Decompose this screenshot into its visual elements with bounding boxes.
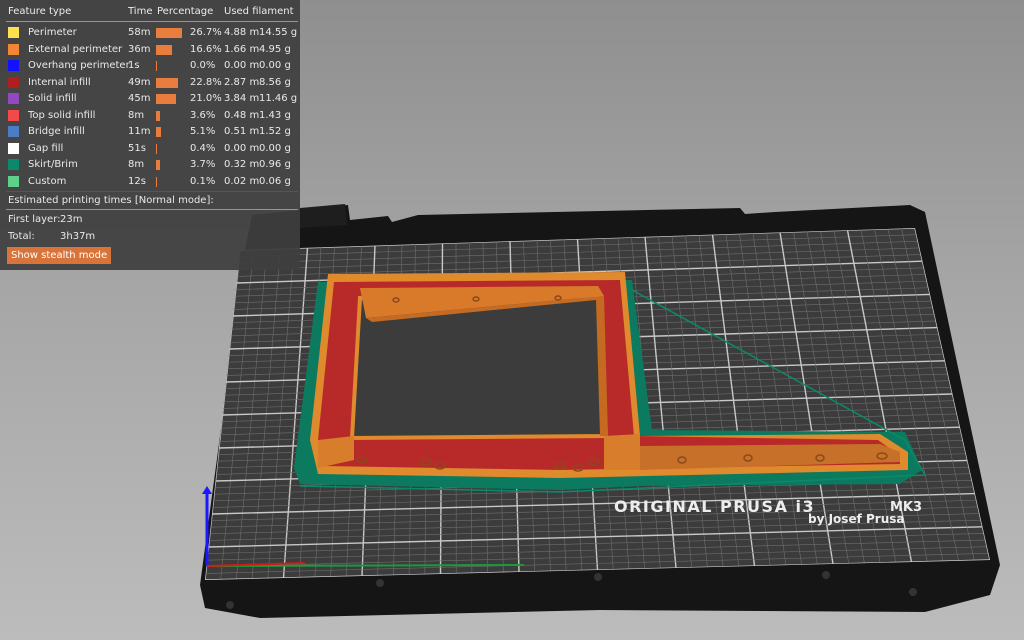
- feature-time: 45m: [128, 93, 151, 104]
- feature-percentage: 5.1%: [190, 126, 216, 137]
- feature-length: 0.00 m: [224, 60, 260, 71]
- bed-brand-line1: ORIGINAL PRUSA i3: [614, 497, 815, 516]
- feature-color-swatch: [8, 126, 19, 137]
- feature-name: Custom: [28, 175, 67, 187]
- feature-name: Bridge infill: [28, 126, 85, 137]
- feature-row[interactable]: Skirt/Brim 8m 3.7% 0.32 m 0.96 g: [0, 157, 300, 173]
- feature-color-swatch: [8, 60, 19, 71]
- feature-weight: 0.00 g: [259, 60, 291, 71]
- feature-weight: 4.95 g: [259, 43, 291, 55]
- feature-time: 36m: [128, 43, 151, 55]
- feature-color-swatch: [8, 142, 19, 154]
- feature-color-swatch: [8, 27, 19, 38]
- feature-row[interactable]: Top solid infill 8m 3.6% 0.48 m 1.43 g: [0, 108, 300, 124]
- feature-color-swatch: [8, 76, 19, 88]
- header-percentage: Percentage: [157, 6, 214, 17]
- feature-color-swatch: [8, 159, 19, 170]
- feature-time: 8m: [128, 109, 145, 121]
- feature-percentage-bar: [156, 44, 173, 55]
- feature-weight: 0.96 g: [259, 159, 291, 170]
- feature-time: 12s: [128, 175, 146, 187]
- feature-weight: 11.46 g: [259, 93, 298, 104]
- feature-percentage-bar: [156, 110, 160, 121]
- feature-percentage: 16.6%: [190, 43, 222, 55]
- feature-weight: 8.56 g: [259, 76, 291, 88]
- feature-color-swatch: [8, 109, 19, 121]
- feature-weight: 1.43 g: [259, 109, 291, 121]
- feature-length: 0.32 m: [224, 159, 260, 170]
- feature-percentage-bar: [156, 176, 157, 187]
- feature-percentage-bar: [156, 143, 157, 154]
- first-layer-label: First layer:: [8, 214, 61, 225]
- legend-panel: Feature type Time Percentage Used filame…: [0, 0, 300, 270]
- feature-color-swatch: [8, 43, 19, 55]
- header-time: Time: [128, 6, 153, 17]
- feature-time: 49m: [128, 76, 151, 88]
- feature-color-swatch: [8, 175, 19, 187]
- total-value: 3h37m: [60, 231, 96, 242]
- feature-percentage-bar: [156, 77, 179, 88]
- feature-name: Solid infill: [28, 93, 77, 104]
- feature-weight: 1.52 g: [259, 126, 291, 137]
- feature-length: 1.66 m: [224, 43, 260, 55]
- feature-name: Gap fill: [28, 142, 64, 154]
- feature-length: 0.02 m: [224, 175, 260, 187]
- feature-row[interactable]: External perimeter 36m 16.6% 1.66 m 4.95 g: [0, 42, 300, 58]
- total-label: Total:: [8, 231, 35, 242]
- feature-percentage: 0.4%: [190, 142, 216, 154]
- feature-percentage-bar: [156, 28, 182, 38]
- feature-percentage: 22.8%: [190, 76, 222, 88]
- feature-row[interactable]: Custom 12s 0.1% 0.02 m 0.06 g: [0, 174, 300, 190]
- feature-percentage-bar: [156, 127, 161, 137]
- feature-weight: 0.00 g: [259, 142, 291, 154]
- show-stealth-mode-button[interactable]: Show stealth mode: [7, 247, 112, 264]
- feature-percentage-bar: [156, 61, 157, 71]
- section-separator: [6, 191, 298, 192]
- feature-percentage: 0.1%: [190, 175, 216, 187]
- feature-percentage: 21.0%: [190, 93, 222, 104]
- bed-brand-line2: by Josef Prusa: [808, 512, 904, 526]
- feature-length: 0.51 m: [224, 126, 260, 137]
- feature-row[interactable]: Overhang perimeter 1s 0.0% 0.00 m 0.00 g: [0, 58, 300, 74]
- feature-row[interactable]: Internal infill 49m 22.8% 2.87 m 8.56 g: [0, 75, 300, 91]
- feature-name: Overhang perimeter: [28, 60, 130, 71]
- estimated-times-title: Estimated printing times [Normal mode]:: [8, 195, 214, 206]
- feature-time: 51s: [128, 142, 146, 154]
- feature-percentage: 3.7%: [190, 159, 216, 170]
- feature-time: 11m: [128, 126, 151, 137]
- feature-length: 0.48 m: [224, 109, 260, 121]
- feature-length: 4.88 m: [224, 27, 260, 38]
- feature-percentage: 0.0%: [190, 60, 216, 71]
- feature-row[interactable]: Bridge infill 11m 5.1% 0.51 m 1.52 g: [0, 124, 300, 140]
- feature-length: 3.84 m: [224, 93, 260, 104]
- estimates-separator: [6, 209, 298, 210]
- feature-name: Skirt/Brim: [28, 159, 78, 170]
- feature-weight: 14.55 g: [259, 27, 298, 38]
- feature-percentage: 3.6%: [190, 109, 216, 121]
- first-layer-value: 23m: [60, 214, 83, 225]
- feature-time: 1s: [128, 60, 140, 71]
- feature-percentage: 26.7%: [190, 27, 222, 38]
- feature-row[interactable]: Solid infill 45m 21.0% 3.84 m 11.46 g: [0, 91, 300, 107]
- feature-name: External perimeter: [28, 43, 123, 55]
- header-used-filament: Used filament: [224, 6, 294, 17]
- feature-name: Top solid infill: [28, 109, 96, 121]
- feature-name: Internal infill: [28, 76, 91, 88]
- feature-time: 8m: [128, 159, 145, 170]
- header-separator: [6, 21, 298, 22]
- feature-time: 58m: [128, 27, 151, 38]
- feature-name: Perimeter: [28, 27, 77, 38]
- header-feature-type: Feature type: [8, 6, 72, 17]
- feature-length: 2.87 m: [224, 76, 260, 88]
- feature-percentage-bar: [156, 94, 177, 104]
- feature-length: 0.00 m: [224, 142, 260, 154]
- feature-color-swatch: [8, 93, 19, 104]
- feature-weight: 0.06 g: [259, 175, 291, 187]
- feature-row[interactable]: Perimeter 58m 26.7% 4.88 m 14.55 g: [0, 25, 300, 41]
- feature-row[interactable]: Gap fill 51s 0.4% 0.00 m 0.00 g: [0, 141, 300, 157]
- feature-percentage-bar: [156, 160, 160, 170]
